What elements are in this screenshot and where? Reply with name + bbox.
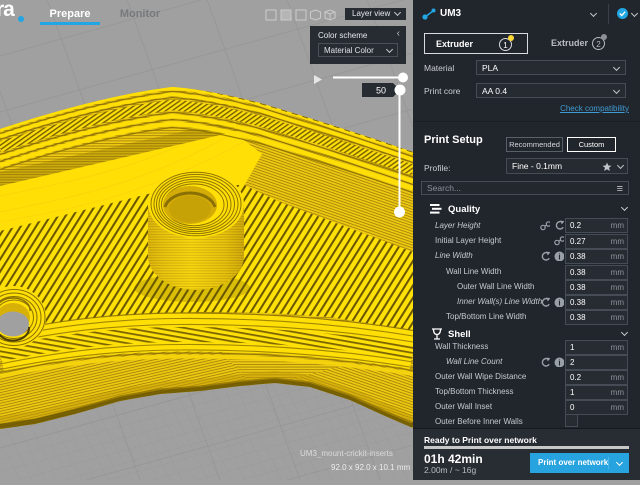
svg-text:i: i <box>558 359 560 367</box>
svg-text:50: 50 <box>376 86 386 96</box>
svg-text:i: i <box>558 253 560 261</box>
svg-text:i: i <box>558 299 560 307</box>
